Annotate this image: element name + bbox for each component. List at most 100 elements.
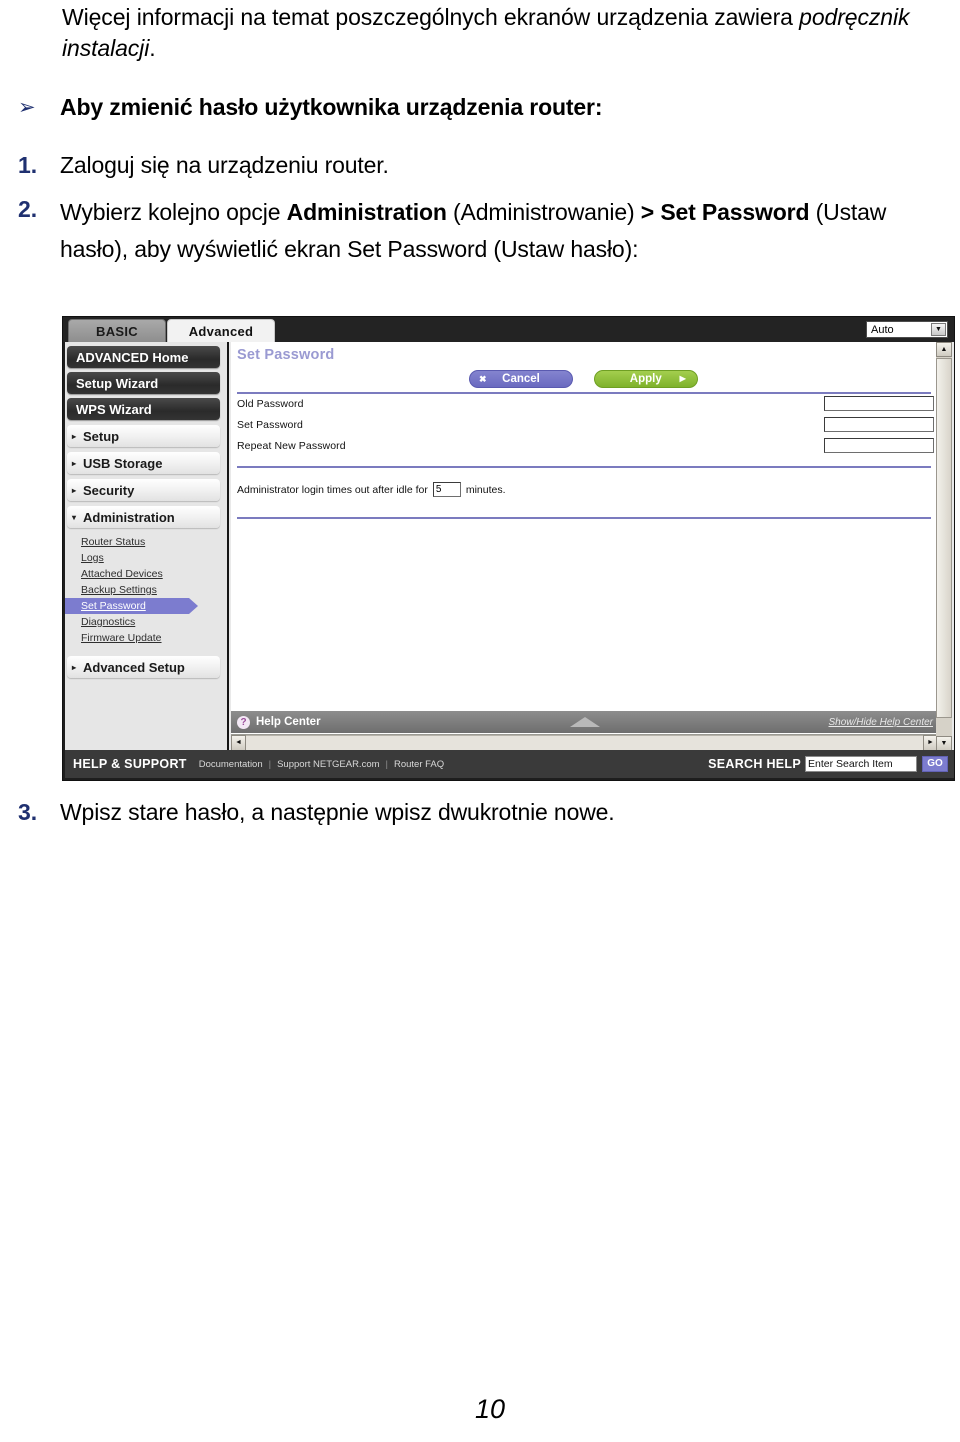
- repeat-new-password-input[interactable]: [824, 438, 934, 453]
- cancel-button-label: Cancel: [502, 373, 540, 385]
- sidebar-item-setup-wizard[interactable]: Setup Wizard: [67, 372, 220, 394]
- sidebar: ADVANCED Home Setup Wizard WPS Wizard ▸ …: [65, 342, 229, 751]
- search-help-group: SEARCH HELP Enter Search Item GO: [708, 756, 948, 772]
- play-arrow-icon: ▶: [679, 374, 686, 383]
- tab-strip: BASIC Advanced Auto ▼: [63, 317, 954, 342]
- sidebar-group-security-label: Security: [83, 482, 135, 498]
- footer-link-router-faq[interactable]: Router FAQ: [394, 759, 444, 770]
- sidebar-group-advanced-setup-label: Advanced Setup: [83, 659, 185, 675]
- procedure-heading: Aby zmienić hasło użytkownika urządzenia…: [60, 94, 603, 120]
- sidebar-item-attached-devices[interactable]: Attached Devices: [65, 566, 227, 582]
- set-password-label: Set Password: [237, 419, 303, 431]
- chevron-down-icon: ▾: [72, 512, 77, 522]
- footer-separator-1: |: [268, 758, 272, 770]
- set-password-input[interactable]: [824, 417, 934, 432]
- list-item-step-2: 2. Wybierz kolejno opcje Administration …: [18, 194, 918, 268]
- sidebar-group-security[interactable]: ▸ Security: [67, 479, 220, 501]
- go-button[interactable]: GO: [922, 756, 948, 772]
- sidebar-item-router-status[interactable]: Router Status: [65, 534, 227, 550]
- horizontal-scroll-track[interactable]: [246, 735, 923, 751]
- sidebar-group-administration-label: Administration: [83, 509, 175, 525]
- vertical-scrollbar[interactable]: ▲ ▼: [936, 342, 952, 751]
- question-mark-icon: ?: [237, 715, 250, 729]
- tab-advanced[interactable]: Advanced: [167, 319, 275, 342]
- scroll-down-icon[interactable]: ▼: [936, 736, 952, 751]
- login-timeout-input[interactable]: 5: [432, 482, 461, 497]
- sidebar-group-administration[interactable]: ▾ Administration: [67, 506, 220, 528]
- step-2-part-a: Wybierz kolejno opcje: [60, 199, 287, 225]
- close-icon: ✖: [479, 374, 487, 384]
- list-item-step-3: 3. Wpisz stare hasło, a następnie wpisz …: [18, 797, 918, 828]
- chevron-right-icon: ▸: [72, 458, 77, 468]
- divider-bottom: [237, 517, 931, 519]
- intro-paragraph: Więcej informacji na temat poszczególnyc…: [62, 2, 912, 64]
- scroll-left-icon[interactable]: ◄: [231, 735, 246, 751]
- login-timeout-prefix: Administrator login times out after idle…: [237, 483, 428, 496]
- chevron-right-icon: ▸: [72, 662, 77, 672]
- vertical-scroll-thumb[interactable]: [936, 358, 952, 718]
- page-number: 10: [474, 1394, 506, 1424]
- footer-link-support-netgear[interactable]: Support NETGEAR.com: [277, 759, 379, 770]
- sidebar-group-advanced-setup[interactable]: ▸ Advanced Setup: [67, 656, 220, 678]
- step-2-text: Wybierz kolejno opcje Administration (Ad…: [60, 194, 918, 268]
- search-help-label: SEARCH HELP: [708, 757, 801, 771]
- sidebar-item-set-password[interactable]: Set Password: [65, 598, 198, 614]
- old-password-label: Old Password: [237, 398, 304, 410]
- apply-button[interactable]: Apply ▶: [593, 370, 698, 388]
- device-mode-value: Auto: [871, 323, 894, 336]
- help-center-label: Help Center: [256, 716, 321, 728]
- list-item-step-1: 1. Zaloguj się na urządzeniu router.: [18, 150, 918, 181]
- divider-middle: [237, 466, 931, 468]
- divider-top: [237, 392, 931, 394]
- cancel-button[interactable]: ✖ Cancel: [469, 370, 573, 388]
- scroll-up-icon[interactable]: ▲: [936, 342, 952, 357]
- arrow-bullet-icon: ➢: [18, 96, 36, 119]
- login-timeout-row: Administrator login times out after idle…: [237, 482, 506, 497]
- router-admin-screenshot: BASIC Advanced Auto ▼ ADVANCED Home Setu…: [62, 316, 955, 781]
- action-button-row: ✖ Cancel Apply ▶: [469, 370, 698, 388]
- help-support-footer: HELP & SUPPORT Documentation | Support NET…: [65, 750, 954, 778]
- footer-link-documentation[interactable]: Documentation: [199, 759, 263, 770]
- intro-line-2-plain: zawiera: [714, 4, 800, 30]
- step-3-text: Wpisz stare hasło, a następnie wpisz dwu…: [60, 799, 615, 825]
- chevron-right-icon: ▸: [72, 485, 77, 495]
- administration-submenu: Router Status Logs Attached Devices Back…: [65, 534, 227, 646]
- horizontal-scrollbar[interactable]: ◄ ►: [231, 734, 938, 751]
- chevron-right-icon: ▸: [72, 431, 77, 441]
- intro-line-2-tail: .: [149, 35, 156, 61]
- repeat-new-password-label: Repeat New Password: [237, 440, 346, 452]
- content-pane: Set Password ✖ Cancel Apply ▶ Old Passwo…: [231, 342, 938, 751]
- show-hide-help-center-link[interactable]: Show/Hide Help Center: [829, 717, 934, 728]
- page-title: Set Password: [237, 347, 335, 363]
- sidebar-group-usb-storage-label: USB Storage: [83, 455, 163, 471]
- sidebar-group-usb-storage[interactable]: ▸ USB Storage: [67, 452, 220, 474]
- footer-links: Documentation | Support NETGEAR.com | Router…: [195, 759, 448, 770]
- help-center-bar[interactable]: ? Help Center Show/Hide Help Center: [231, 711, 938, 733]
- chevron-up-icon[interactable]: [569, 717, 600, 727]
- sidebar-item-backup-settings[interactable]: Backup Settings: [65, 582, 227, 598]
- list-item-heading: ➢ Aby zmienić hasło użytkownika urządzen…: [18, 92, 918, 123]
- tab-basic[interactable]: BASIC: [68, 319, 166, 342]
- sidebar-item-logs[interactable]: Logs: [65, 550, 227, 566]
- chevron-down-icon[interactable]: ▼: [931, 323, 946, 336]
- sidebar-item-firmware-update[interactable]: Firmware Update: [65, 630, 227, 646]
- step-3-marker: 3.: [18, 799, 38, 825]
- old-password-input[interactable]: [824, 396, 934, 411]
- device-mode-select[interactable]: Auto ▼: [866, 321, 948, 338]
- sidebar-item-advanced-home[interactable]: ADVANCED Home: [67, 346, 220, 368]
- search-help-input[interactable]: Enter Search Item: [805, 756, 917, 772]
- footer-separator-2: |: [385, 758, 388, 770]
- step-2-marker: 2.: [18, 196, 38, 222]
- step-2-part-c: (Administrowanie): [446, 199, 641, 225]
- login-timeout-suffix: minutes.: [465, 483, 506, 496]
- intro-line-1: Więcej informacji na temat poszczególnyc…: [62, 4, 708, 30]
- router-page-body: ADVANCED Home Setup Wizard WPS Wizard ▸ …: [65, 342, 954, 751]
- sidebar-item-wps-wizard[interactable]: WPS Wizard: [67, 398, 220, 420]
- step-2-part-administration: Administration: [286, 199, 447, 225]
- help-support-title: HELP & SUPPORT: [73, 757, 187, 771]
- apply-button-label: Apply: [629, 373, 662, 385]
- step-1-text: Zaloguj się na urządzeniu router.: [60, 152, 389, 178]
- step-1-marker: 1.: [18, 152, 38, 178]
- sidebar-item-diagnostics[interactable]: Diagnostics: [65, 614, 227, 630]
- sidebar-group-setup[interactable]: ▸ Setup: [67, 425, 220, 447]
